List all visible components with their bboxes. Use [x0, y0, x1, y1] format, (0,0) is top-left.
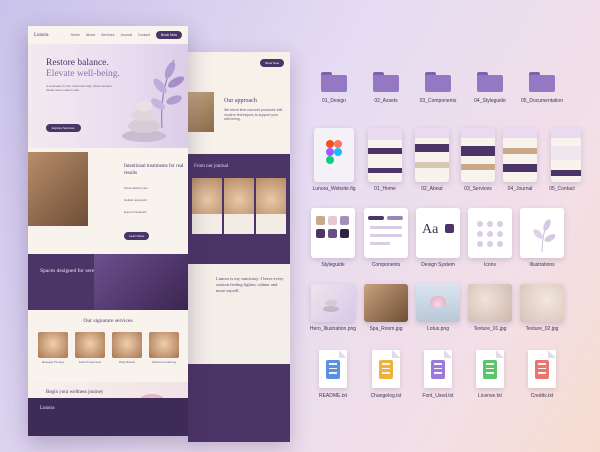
journal-card[interactable] — [256, 178, 286, 234]
treatments-section: Intentional treatments for real results … — [28, 148, 188, 248]
service-label: Massage Therapy — [41, 360, 65, 364]
website-mockup-back-page: Book Now Our approach We blend time-hono… — [188, 52, 290, 442]
nav-link[interactable]: About — [86, 33, 95, 37]
approach-section: Our approach We blend time-honored pract… — [188, 90, 290, 148]
typography-sample: Aa — [422, 222, 439, 237]
back-page-footer — [188, 364, 290, 442]
icons-thumbnail — [468, 208, 512, 258]
website-mockup-front-page: Lunora Home About Services Journal Conta… — [28, 26, 188, 436]
document-icon — [424, 350, 452, 388]
service-card[interactable]: Facial Treatments — [75, 332, 105, 366]
image-thumbnail — [468, 284, 512, 322]
treatment-feature: Expert therapists — [124, 210, 147, 214]
spaces-image — [94, 254, 188, 310]
front-page-nav: Lunora Home About Services Journal Conta… — [28, 26, 188, 44]
illustrations-file-item[interactable]: Illustrations — [510, 208, 574, 268]
spaces-section: Spaces designed for serenity — [28, 254, 188, 310]
footer-brand: Lunora — [40, 406, 55, 411]
page-thumbnail — [368, 128, 402, 182]
back-page-nav: Book Now — [188, 52, 290, 74]
journal-card[interactable] — [224, 178, 254, 234]
folder-icon — [477, 72, 503, 92]
file-label: 05_Contact — [549, 186, 575, 192]
treatment-feature: Personalized care — [124, 186, 149, 190]
stones-leaves-illustration — [122, 59, 184, 142]
service-label: Body Rituals — [119, 360, 135, 364]
image-file-item[interactable]: Texture_02.jpg — [510, 284, 574, 332]
treatment-feature: Holistic approach — [124, 198, 148, 202]
nav-links: Home About Services Journal Contact — [71, 33, 150, 37]
nav-link[interactable]: Services — [101, 33, 114, 37]
image-thumbnail — [364, 284, 408, 322]
treatments-cta-button[interactable]: Learn More — [124, 232, 150, 240]
image-thumbnail — [520, 284, 564, 322]
service-card[interactable]: Wellness Coaching — [149, 332, 179, 366]
brand-logo[interactable]: Lunora — [34, 33, 71, 38]
hero-title-line: Elevate well-being. — [46, 69, 120, 79]
file-label: 05_Documentation — [521, 98, 563, 104]
document-icon — [528, 350, 556, 388]
styleguide-thumbnail — [311, 208, 355, 258]
approach-heading: Our approach — [224, 98, 257, 104]
treatments-heading: Intentional treatments for real results — [124, 164, 184, 176]
nav-book-button[interactable]: Book Now — [156, 31, 182, 39]
cta-heading: Begin your wellness journey — [46, 390, 104, 395]
service-card[interactable]: Body Rituals — [112, 332, 142, 366]
treatment-room-image — [28, 152, 88, 226]
folder-icon — [373, 72, 399, 92]
document-icon — [476, 350, 504, 388]
service-label: Wellness Coaching — [152, 360, 176, 364]
journal-section: From our journal — [188, 154, 290, 264]
image-thumbnail — [416, 284, 460, 322]
testimonial-quote: Lunora is my sanctuary. I leave every se… — [216, 276, 284, 293]
journal-card[interactable] — [192, 178, 222, 234]
file-label: Credits.txt — [530, 393, 554, 399]
service-label: Facial Treatments — [78, 360, 102, 364]
approach-image — [188, 92, 214, 132]
nav-link[interactable]: Journal — [121, 33, 132, 37]
design-system-thumbnail: Aa — [416, 208, 460, 258]
hero-title: Restore balance. Elevate well-being. — [46, 58, 120, 80]
figma-file-icon — [314, 128, 354, 182]
services-section: Our signature services Massage Therapy F… — [28, 310, 188, 380]
nav-link[interactable]: Home — [71, 33, 80, 37]
page-thumbnail — [551, 128, 581, 182]
folder-icon — [425, 72, 451, 92]
back-page-book-button[interactable]: Book Now — [260, 59, 284, 67]
front-page-footer: Lunora — [28, 398, 188, 436]
image-thumbnail — [311, 284, 355, 322]
hero-text: A sanctuary for the mind and body, where… — [46, 84, 112, 92]
hero-title-line: Restore balance. — [46, 58, 109, 68]
page-thumbnail — [415, 128, 449, 182]
illustrations-thumbnail — [520, 208, 564, 258]
components-thumbnail — [364, 208, 408, 258]
testimonial-section: Lunora is my sanctuary. I leave every se… — [188, 264, 290, 364]
folder-item[interactable]: 05_Documentation — [510, 72, 574, 104]
hero-section: Restore balance. Elevate well-being. A s… — [28, 44, 188, 148]
hero-cta-button[interactable]: Explore Services — [46, 124, 81, 132]
document-icon — [372, 350, 400, 388]
approach-text: We blend time-honored practices with mod… — [224, 108, 283, 121]
file-label: Texture_02.jpg — [525, 326, 559, 332]
services-heading: Our signature services — [83, 318, 133, 324]
file-label: Illustrations — [529, 262, 555, 268]
document-icon — [319, 350, 347, 388]
text-file-item[interactable]: Credits.txt — [510, 350, 574, 399]
page-thumbnail — [503, 128, 537, 182]
nav-link[interactable]: Contact — [138, 33, 150, 37]
folder-icon — [321, 72, 347, 92]
page-file-item[interactable]: 05_Contact — [534, 128, 598, 192]
journal-heading: From our journal — [194, 164, 229, 169]
folder-icon — [529, 72, 555, 92]
service-card[interactable]: Massage Therapy — [38, 332, 68, 366]
